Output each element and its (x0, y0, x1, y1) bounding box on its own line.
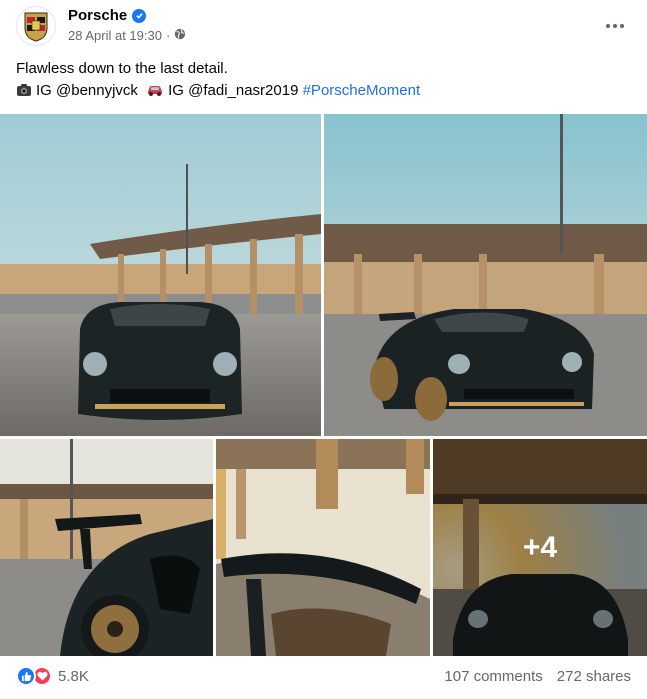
shares-count-link[interactable]: 272 shares (557, 668, 631, 685)
meta-separator: · (165, 28, 171, 43)
caption-credit-photographer: IG @bennyjvck (36, 82, 138, 99)
photo-2[interactable] (324, 114, 647, 436)
photo-5-more[interactable]: +4 (433, 439, 647, 656)
camera-emoji-icon (16, 82, 32, 104)
caption-line-2: IG @bennyjvck IG @fadi_nasr2019 #Porsche… (16, 80, 631, 104)
more-options-button[interactable] (599, 10, 631, 42)
car-three-quarter-photo (324, 114, 647, 436)
photo-3[interactable] (0, 439, 213, 656)
post-timestamp[interactable]: 28 April at 19:30 (68, 28, 162, 43)
photo-4[interactable] (216, 439, 430, 656)
caption-credit-owner: IG @fadi_nasr2019 (168, 82, 299, 99)
dot-icon (613, 24, 617, 28)
photo-1[interactable] (0, 114, 321, 436)
post-footer: 5.8K 107 comments 272 shares (16, 664, 631, 692)
photo-grid: +4 (0, 114, 647, 656)
more-photos-count: +4 (522, 530, 558, 564)
dot-icon (606, 24, 610, 28)
caption-line-1: Flawless down to the last detail. (16, 60, 228, 77)
reaction-count: 5.8K (58, 667, 89, 685)
reactions-summary[interactable]: 5.8K (16, 666, 89, 686)
dot-icon (620, 24, 624, 28)
post-header: Porsche 28 April at 19:30 · (16, 6, 631, 46)
verified-badge-icon (132, 8, 147, 23)
page-avatar[interactable] (16, 6, 56, 46)
globe-icon (174, 28, 186, 43)
car-front-photo (0, 114, 321, 436)
comments-count-link[interactable]: 107 comments (444, 668, 542, 685)
post-caption: Flawless down to the last detail. IG @be… (16, 58, 631, 104)
more-photos-overlay[interactable]: +4 (433, 439, 647, 656)
page-name[interactable]: Porsche (68, 7, 127, 24)
car-side-wing-photo (0, 439, 213, 656)
car-emoji-icon (146, 82, 164, 104)
hashtag-link[interactable]: #PorscheMoment (303, 82, 421, 99)
wing-closeup-photo (216, 439, 430, 656)
like-reaction-icon (16, 666, 36, 686)
porsche-crest-icon (24, 12, 48, 42)
